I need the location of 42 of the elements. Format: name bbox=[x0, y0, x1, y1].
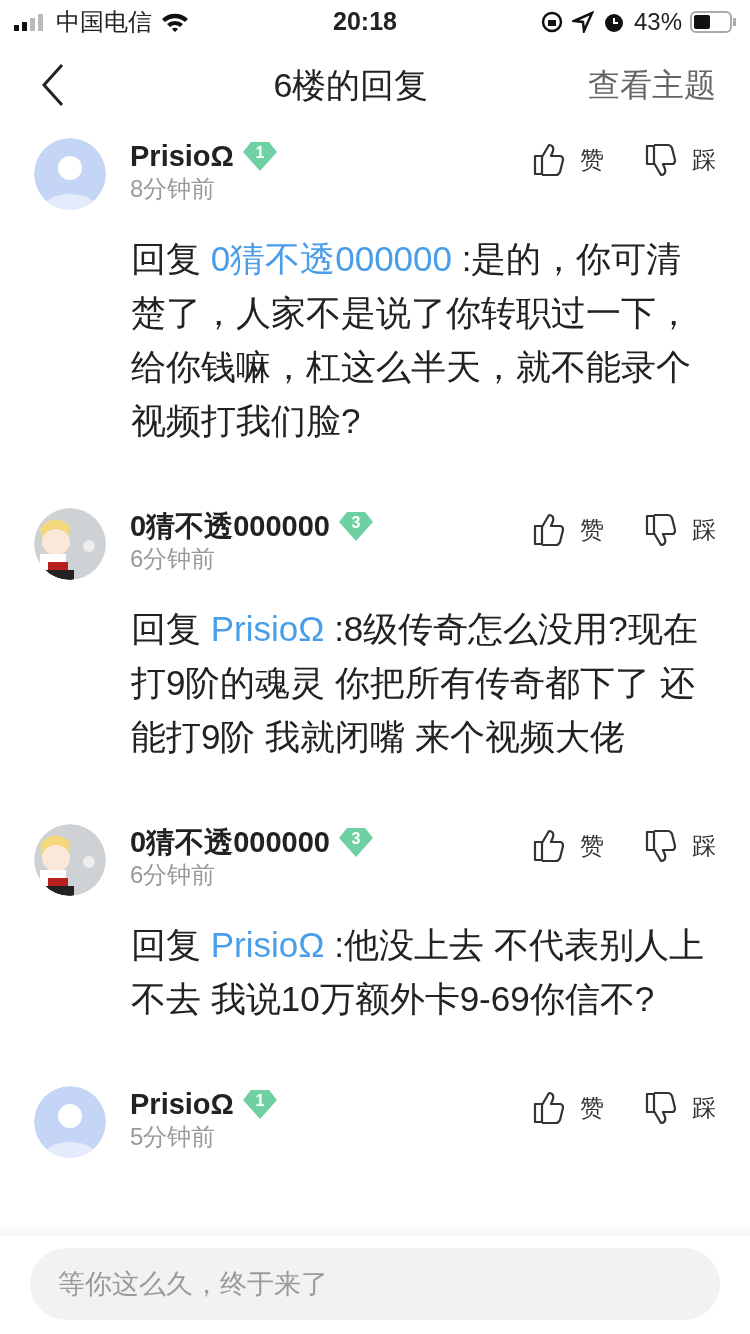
dislike-button[interactable]: 踩 bbox=[644, 828, 716, 864]
like-button[interactable]: 赞 bbox=[532, 512, 604, 548]
view-topic-link[interactable]: 查看主题 bbox=[588, 61, 716, 109]
carrier-name: 中国电信 bbox=[56, 7, 152, 37]
back-button[interactable] bbox=[40, 63, 66, 107]
reply-input[interactable]: 等你这么久，终于来了 bbox=[30, 1248, 720, 1320]
dislike-button[interactable]: 踩 bbox=[644, 1090, 716, 1126]
comment-text: 回复 PrisioΩ :8级传奇怎么没用?现在打9阶的魂灵 你把所有传奇都下了 还能打9阶 我就闭嘴 来个视频大佬 bbox=[131, 608, 699, 758]
dislike-button[interactable]: 踩 bbox=[644, 142, 716, 178]
clock-time: 20:18 bbox=[333, 6, 397, 38]
level-badge: 1 bbox=[241, 1088, 278, 1120]
like-button[interactable]: 赞 bbox=[532, 142, 604, 178]
user-name[interactable]: 0猜不透000000 bbox=[130, 508, 330, 544]
comment-text: 回复 0猜不透000000 :是的，你可清楚了，人家不是说了你转职过一下，给你钱嘛，杠这么半天，就不能录个视频打我们脸? bbox=[131, 238, 692, 442]
thumbs-up-icon bbox=[532, 1090, 564, 1126]
comment-text: 回复 PrisioΩ :他没上去 不代表别人上不去 我说10万额外卡9-69你信不? bbox=[131, 924, 705, 1020]
user-name[interactable]: 0猜不透000000 bbox=[130, 824, 330, 860]
wifi-icon bbox=[160, 11, 190, 33]
level-badge: 3 bbox=[337, 510, 374, 542]
like-button[interactable]: 赞 bbox=[532, 828, 604, 864]
thumbs-down-icon bbox=[644, 828, 676, 864]
user-name[interactable]: PrisioΩ bbox=[130, 1086, 234, 1122]
post-time: 6分钟前 bbox=[130, 860, 217, 890]
thumbs-up-icon bbox=[532, 828, 564, 864]
thumbs-down-icon bbox=[644, 142, 676, 178]
level-badge: 3 bbox=[337, 826, 374, 858]
dislike-button[interactable]: 踩 bbox=[644, 512, 716, 548]
page-title: 6楼的回复 bbox=[273, 64, 429, 106]
back-icon bbox=[40, 63, 66, 107]
like-button[interactable]: 赞 bbox=[532, 1090, 604, 1126]
battery-icon bbox=[690, 11, 736, 33]
level-badge: 1 bbox=[241, 140, 278, 172]
post-time: 8分钟前 bbox=[130, 174, 217, 204]
thumbs-down-icon bbox=[644, 1090, 676, 1126]
battery-percent: 43% bbox=[633, 7, 682, 37]
thumbs-up-icon bbox=[532, 512, 564, 548]
thumbs-down-icon bbox=[644, 512, 676, 548]
post-time: 6分钟前 bbox=[130, 544, 217, 574]
user-name[interactable]: PrisioΩ bbox=[130, 138, 234, 174]
location-icon bbox=[571, 11, 594, 33]
thumbs-up-icon bbox=[532, 142, 564, 178]
post-time: 5分钟前 bbox=[130, 1122, 217, 1152]
